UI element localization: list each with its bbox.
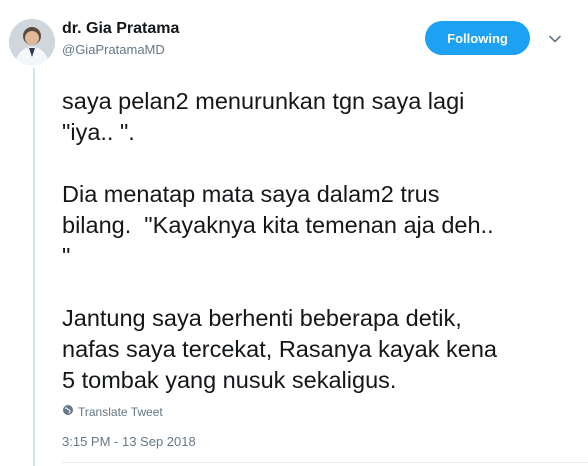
avatar[interactable] bbox=[9, 19, 55, 65]
divider bbox=[62, 462, 588, 463]
translate-tweet-link[interactable]: Translate Tweet bbox=[62, 404, 163, 419]
author-name[interactable]: dr. Gia Pratama bbox=[62, 20, 179, 38]
chevron-down-icon[interactable] bbox=[548, 32, 562, 46]
author-handle[interactable]: @GiaPratamaMD bbox=[62, 42, 165, 57]
tweet-timestamp[interactable]: 3:15 PM - 13 Sep 2018 bbox=[62, 434, 196, 449]
thread-line bbox=[33, 68, 35, 466]
following-button[interactable]: Following bbox=[425, 21, 530, 55]
translate-label: Translate Tweet bbox=[78, 404, 163, 419]
globe-icon bbox=[62, 404, 74, 419]
tweet-text: saya pelan2 menurunkan tgn saya lagi "iy… bbox=[62, 88, 497, 393]
